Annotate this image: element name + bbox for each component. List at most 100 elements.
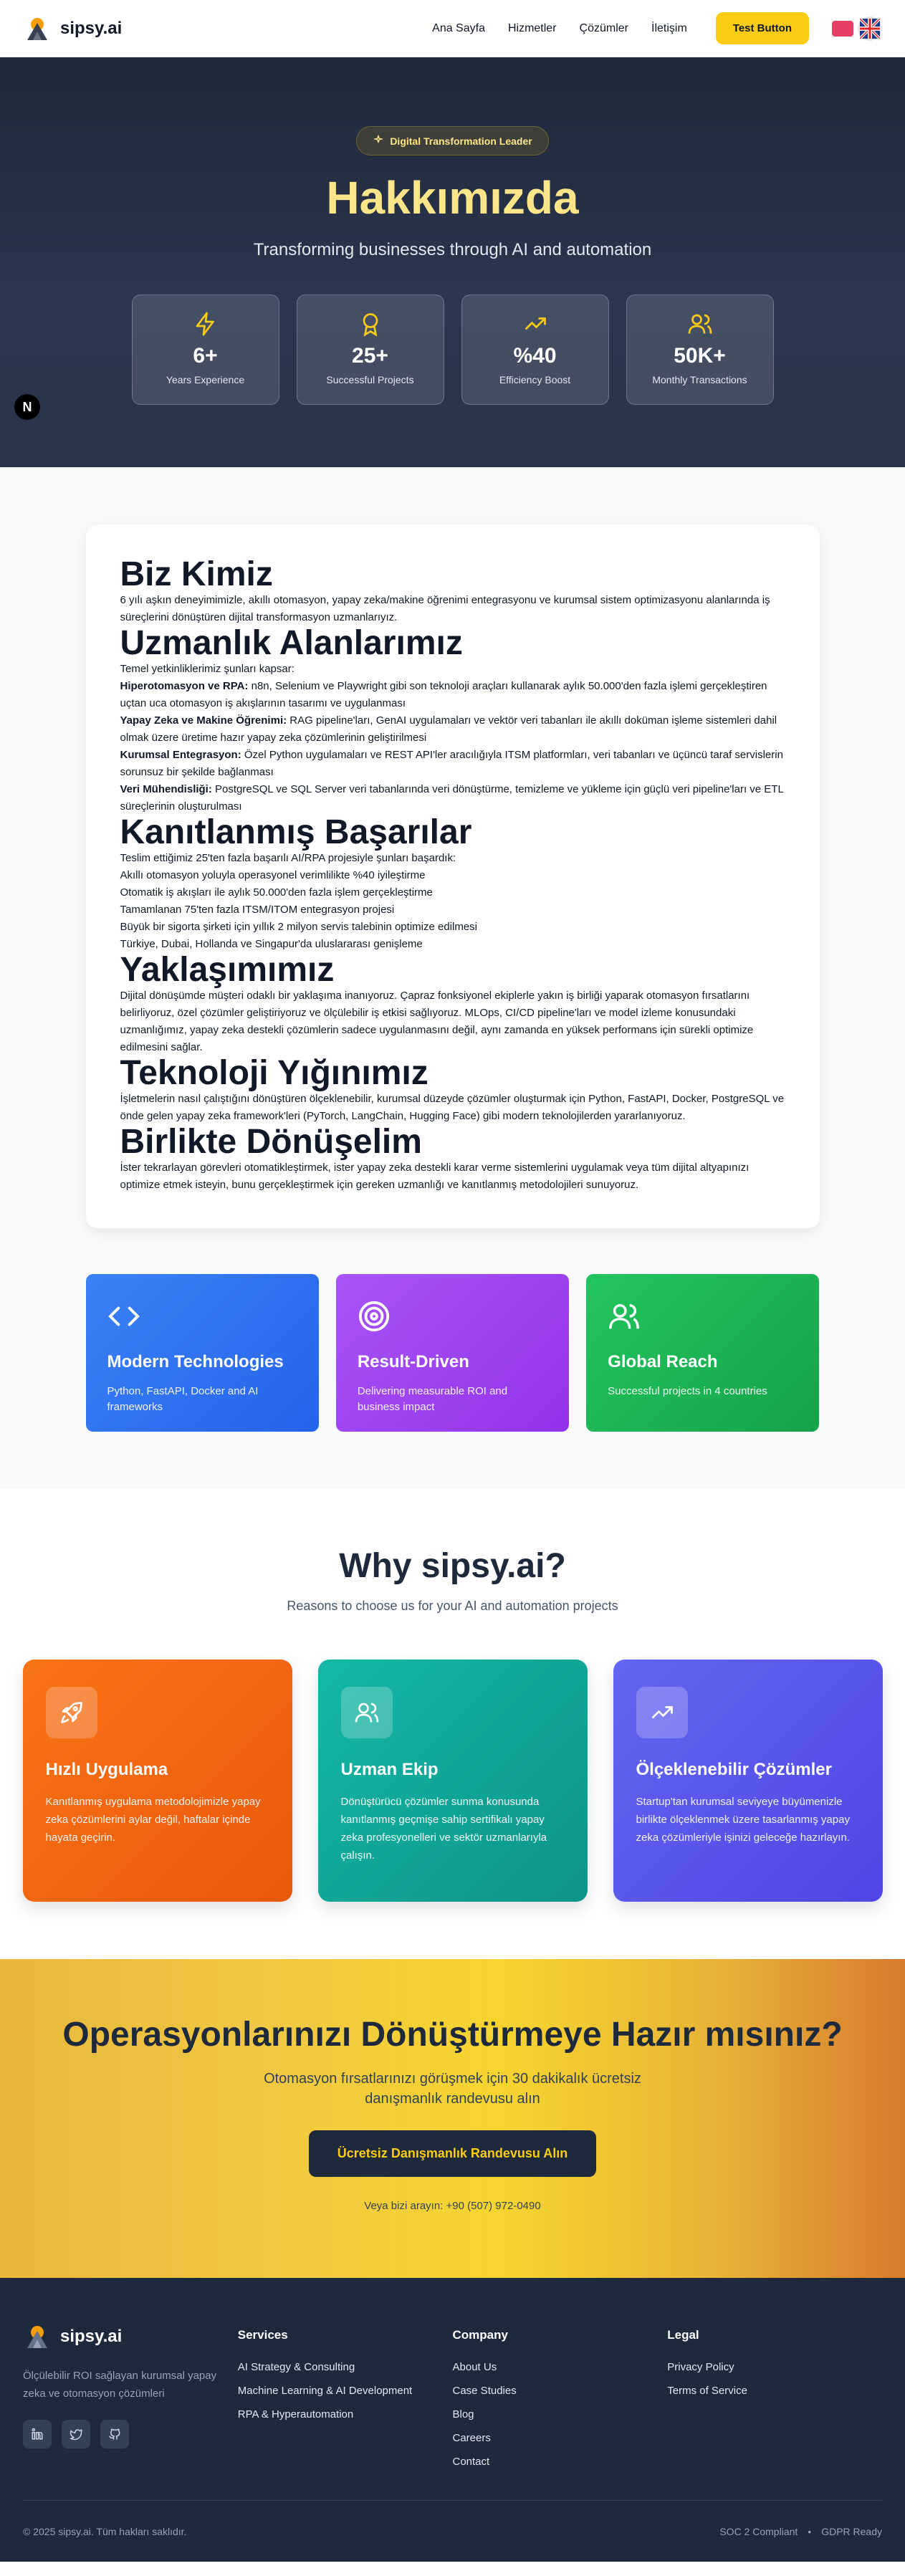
why-card-text: Kanıtlanmış uygulama metodolojimizle yap… xyxy=(45,1796,261,1844)
footer-link[interactable]: About Us xyxy=(453,2361,668,2373)
about-paragraph: Otomatik iş akışları ile aylık 50.000'de… xyxy=(120,884,785,901)
about-paragraph: 6 yılı aşkın deneyimimizle, akıllı otoma… xyxy=(120,592,785,626)
stat-value: 50K+ xyxy=(674,344,726,368)
why-card-scalable: Ölçeklenebilir Çözümler Startup'tan kuru… xyxy=(613,1660,883,1902)
about-section-title: Kanıtlanmış Başarılar xyxy=(120,813,472,851)
feature-title: Result-Driven xyxy=(357,1352,469,1371)
hero-title: Hakkımızda xyxy=(326,172,579,224)
about-paragraph: Teslim ettiğimiz 25'ten fazla başarılı A… xyxy=(120,850,785,867)
code-icon xyxy=(107,1306,140,1336)
footer-link[interactable]: Machine Learning & AI Development xyxy=(238,2385,453,2397)
compliance-badges: SOC 2 Compliant • GDPR Ready xyxy=(719,2526,882,2537)
github-icon[interactable] xyxy=(100,2420,129,2448)
nav-link-home[interactable]: Ana Sayfa xyxy=(432,22,485,35)
about-text: Temel yetkinliklerimiz şunları kapsar: xyxy=(120,663,295,675)
about-section-title: Birlikte Dönüşelim xyxy=(120,1123,422,1161)
stat-value: 25+ xyxy=(352,344,388,368)
book-consultation-button[interactable]: Ücretsiz Danışmanlık Randevusu Alın xyxy=(308,2130,597,2177)
why-card-text: Startup'tan kurumsal seviyeye büyümenizl… xyxy=(636,1796,850,1844)
why-card-fast: Hızlı Uygulama Kanıtlanmış uygulama meto… xyxy=(22,1660,292,1902)
brand-logo-icon xyxy=(23,2322,52,2351)
footer-link[interactable]: Careers xyxy=(453,2432,668,2444)
compliance-badge: SOC 2 Compliant xyxy=(719,2525,798,2537)
about-paragraph: Dijital dönüşümde müşteri odaklı bir yak… xyxy=(120,987,785,1056)
footer-link[interactable]: RPA & Hyperautomation xyxy=(238,2408,453,2421)
about-paragraph: Kurumsal Entegrasyon: Özel Python uygula… xyxy=(120,747,785,781)
about-paragraph: Büyük bir sigorta şirketi için yıllık 2 … xyxy=(120,919,785,936)
cta-phone[interactable]: Veya bizi arayın: +90 (507) 972-0490 xyxy=(0,2200,905,2212)
about-paragraph: Temel yetkinliklerimiz şunları kapsar: xyxy=(120,661,785,678)
footer-link[interactable]: Case Studies xyxy=(453,2385,668,2397)
about-term: Veri Mühendisliği: xyxy=(120,783,212,795)
feature-text: Python, FastAPI, Docker and AI framework… xyxy=(107,1385,259,1413)
footer-link[interactable]: Privacy Policy xyxy=(667,2361,882,2373)
brand-link[interactable]: sipsy.ai xyxy=(23,14,122,43)
stat-card-experience: 6+ Years Experience xyxy=(131,295,279,405)
footer-brand[interactable]: sipsy.ai xyxy=(23,2322,238,2351)
stat-value: %40 xyxy=(513,344,557,368)
gb-flag-icon[interactable] xyxy=(858,16,882,41)
why-card-title: Uzman Ekip xyxy=(340,1760,439,1779)
copyright-text: © 2025 sipsy.ai. Tüm hakları saklıdır. xyxy=(23,2525,187,2537)
about-section: Biz Kimiz 6 yılı aşkın deneyimimizle, akı… xyxy=(0,467,905,1489)
about-section-title: Biz Kimiz xyxy=(120,555,273,593)
about-paragraph: Veri Mühendisliği: PostgreSQL ve SQL Ser… xyxy=(120,781,785,815)
separator-dot: • xyxy=(808,2525,812,2537)
brand-name: sipsy.ai xyxy=(60,18,123,38)
nav-link-services[interactable]: Hizmetler xyxy=(508,22,557,35)
footer-bottom-bar: © 2025 sipsy.ai. Tüm hakları saklıdır. S… xyxy=(23,2500,882,2562)
why-section: Why sipsy.ai? Reasons to choose us for y… xyxy=(0,1489,905,1959)
feature-title: Modern Technologies xyxy=(107,1352,284,1371)
lightning-icon xyxy=(193,311,219,337)
footer-link[interactable]: Terms of Service xyxy=(667,2385,882,2397)
hero-section: Digital Transformation Leader Hakkımızda… xyxy=(0,57,905,467)
why-card-title: Hızlı Uygulama xyxy=(45,1760,168,1779)
users-icon xyxy=(608,1303,641,1336)
about-section-title: Yaklaşımımız xyxy=(120,951,335,989)
target-icon xyxy=(358,1301,391,1336)
about-text: Dijital dönüşümde müşteri odaklı bir yak… xyxy=(120,990,754,1053)
stat-label: Monthly Transactions xyxy=(652,374,747,386)
footer-column-company: Company About Us Case Studies Blog Caree… xyxy=(453,2322,668,2479)
stat-label: Efficiency Boost xyxy=(499,374,571,386)
footer-columns: sipsy.ai Ölçülebilir ROI sağlayan kurums… xyxy=(23,2322,882,2479)
footer-link[interactable]: Contact xyxy=(453,2456,668,2468)
dev-tools-badge[interactable]: N xyxy=(14,394,40,420)
about-paragraph: Yapay Zeka ve Makine Öğrenimi: RAG pipel… xyxy=(120,712,785,747)
about-term: Yapay Zeka ve Makine Öğrenimi: xyxy=(120,714,287,727)
twitter-icon[interactable] xyxy=(62,2420,90,2448)
test-button[interactable]: Test Button xyxy=(715,12,809,44)
footer-column-title: Services xyxy=(237,2328,288,2342)
about-text: Tamamlanan 75'ten fazla ITSM/ITOM entegr… xyxy=(120,904,395,916)
feature-card-modern-tech: Modern Technologies Python, FastAPI, Doc… xyxy=(85,1274,319,1432)
about-text: İşletmelerin nasıl çalıştığını dönüştüre… xyxy=(120,1093,785,1122)
about-paragraph: Hiperotomasyon ve RPA: n8n, Selenium ve … xyxy=(120,678,785,712)
linkedin-icon[interactable] xyxy=(23,2420,52,2448)
about-text: İster tekrarlayan görevleri otomatikleşt… xyxy=(120,1162,750,1191)
stat-label: Successful Projects xyxy=(326,374,414,386)
about-text: Otomatik iş akışları ile aylık 50.000'de… xyxy=(120,886,433,899)
hero-badge: Digital Transformation Leader xyxy=(356,126,549,155)
footer-column-services: Services AI Strategy & Consulting Machin… xyxy=(238,2322,453,2479)
about-term: Kurumsal Entegrasyon: xyxy=(120,749,241,761)
why-subtitle: Reasons to choose us for your AI and aut… xyxy=(287,1599,618,1613)
hero-badge-label: Digital Transformation Leader xyxy=(390,135,532,147)
nav-link-contact[interactable]: İletişim xyxy=(651,22,687,35)
footer-link[interactable]: AI Strategy & Consulting xyxy=(238,2361,453,2373)
footer-tagline: Ölçülebilir ROI sağlayan kurumsal yapay … xyxy=(23,2370,217,2400)
feature-title: Global Reach xyxy=(608,1352,718,1371)
stat-card-efficiency: %40 Efficiency Boost xyxy=(461,295,609,405)
footer-link[interactable]: Blog xyxy=(453,2408,668,2421)
tr-flag-icon[interactable] xyxy=(832,20,853,37)
language-switcher xyxy=(832,16,882,41)
about-text: Akıllı otomasyon yoluyla operasyonel ver… xyxy=(120,869,426,881)
nav-link-solutions[interactable]: Çözümler xyxy=(580,22,628,35)
about-text: 6 yılı aşkın deneyimimizle, akıllı otoma… xyxy=(120,594,770,623)
rocket-icon xyxy=(45,1687,97,1738)
about-section-title: Uzmanlık Alanlarımız xyxy=(120,624,463,662)
cta-title: Operasyonlarınızı Dönüştürmeye Hazır mıs… xyxy=(62,2016,843,2054)
trending-up-icon xyxy=(636,1687,688,1738)
why-title: Why sipsy.ai? xyxy=(339,1547,566,1585)
stat-card-transactions: 50K+ Monthly Transactions xyxy=(626,295,774,405)
feature-card-global-reach: Global Reach Successful projects in 4 co… xyxy=(586,1274,820,1432)
